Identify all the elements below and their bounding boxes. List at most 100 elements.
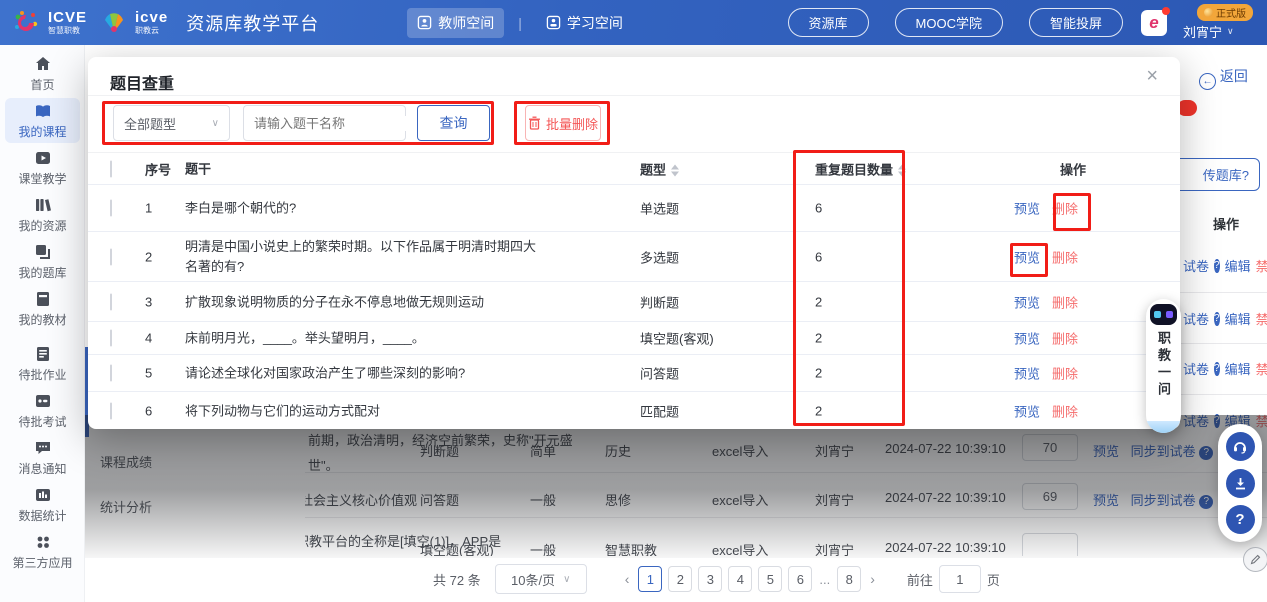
download-button[interactable] bbox=[1226, 469, 1255, 498]
row-checkbox[interactable] bbox=[110, 365, 112, 382]
preview-link[interactable]: 预览 bbox=[1014, 250, 1040, 265]
cell-index: 2 bbox=[145, 249, 152, 264]
prev-page-button[interactable]: ‹ bbox=[625, 571, 630, 587]
row-checkbox[interactable] bbox=[110, 402, 112, 419]
sidebar-item-my-courses[interactable]: 我的课程 bbox=[5, 98, 80, 143]
question-type-select[interactable]: 全部题型 ∨ bbox=[113, 105, 230, 141]
col-header-type[interactable]: 题型 bbox=[640, 159, 679, 178]
batch-delete-button[interactable]: 批量删除 bbox=[525, 105, 601, 141]
delete-link[interactable]: 删除 bbox=[1052, 404, 1078, 419]
sidebar-item-messages[interactable]: 消息通知 bbox=[5, 435, 80, 480]
delete-link[interactable]: 删除 bbox=[1052, 332, 1078, 347]
score-input[interactable]: 69 bbox=[1022, 483, 1078, 510]
score-input[interactable]: 70 bbox=[1022, 434, 1078, 461]
next-page-button[interactable]: › bbox=[870, 571, 875, 587]
page-button-2[interactable]: 2 bbox=[668, 566, 692, 592]
platform-title: 资源库教学平台 bbox=[186, 10, 319, 36]
preview-link[interactable]: 预览 bbox=[1014, 367, 1040, 382]
header-quick-links: 资源库 MOOC学院 智能投屏 bbox=[788, 8, 1123, 37]
help-button[interactable]: ? bbox=[1226, 505, 1255, 534]
sidebar-item-data-statistics[interactable]: 数据统计 bbox=[5, 482, 80, 527]
delete-link[interactable]: 删除 bbox=[1052, 202, 1078, 217]
smart-cast-button[interactable]: 智能投屏 bbox=[1029, 8, 1123, 37]
library-books-icon bbox=[34, 196, 52, 214]
bg-cell-creator: 刘宵宁 bbox=[815, 490, 854, 509]
open-book-icon bbox=[34, 102, 52, 120]
goto-page-input[interactable] bbox=[939, 565, 981, 593]
submenu-item-statistics[interactable]: 统计分析 bbox=[100, 497, 152, 516]
bg-row-links: 预览 同步到试卷 ? bbox=[1093, 441, 1213, 460]
select-all-checkbox[interactable] bbox=[110, 160, 112, 177]
page-button-1[interactable]: 1 bbox=[638, 566, 662, 592]
help-question-icon[interactable]: ? bbox=[1214, 312, 1220, 326]
row-checkbox[interactable] bbox=[110, 248, 112, 265]
resource-library-button[interactable]: 资源库 bbox=[788, 8, 869, 37]
cell-type: 填空题(客观) bbox=[640, 329, 714, 348]
ai-assistant-widget[interactable]: 职教一问 bbox=[1146, 299, 1181, 433]
delete-link[interactable]: 删除 bbox=[1052, 250, 1078, 265]
help-question-icon[interactable]: ? bbox=[1199, 495, 1213, 509]
cell-stem: 李白是哪个朝代的? bbox=[185, 197, 537, 218]
bg-row-actions: 试卷?编辑禁 bbox=[1183, 309, 1267, 328]
page-button-6[interactable]: 6 bbox=[788, 566, 812, 592]
app-grid-icon[interactable]: e bbox=[1141, 10, 1167, 36]
delete-link[interactable]: 删除 bbox=[1052, 367, 1078, 382]
page-button-8[interactable]: 8 bbox=[837, 566, 861, 592]
homework-list-icon bbox=[34, 345, 52, 363]
preview-link[interactable]: 预览 bbox=[1014, 404, 1040, 419]
bg-question-stem: 社会主义核心价值观 bbox=[300, 490, 417, 509]
customer-service-button[interactable] bbox=[1226, 432, 1255, 461]
sidebar-item-my-resources[interactable]: 我的资源 bbox=[5, 192, 80, 237]
back-button[interactable]: ← 返回 bbox=[1199, 66, 1248, 90]
page-button-3[interactable]: 3 bbox=[698, 566, 722, 592]
feedback-button[interactable] bbox=[1243, 547, 1267, 572]
row-checkbox[interactable] bbox=[110, 200, 112, 217]
sidebar-item-third-party-apps[interactable]: 第三方应用 bbox=[5, 529, 80, 574]
preview-link[interactable]: 预览 bbox=[1014, 332, 1040, 347]
sidebar-item-my-textbooks[interactable]: 我的教材 bbox=[5, 286, 80, 331]
preview-link[interactable]: 预览 bbox=[1014, 295, 1040, 310]
notification-dot bbox=[1162, 7, 1170, 15]
close-icon[interactable]: × bbox=[1146, 65, 1158, 88]
submenu-item-grades[interactable]: 课程成绩 bbox=[100, 452, 152, 471]
grid-dots-icon bbox=[34, 533, 52, 551]
preview-link[interactable]: 预览 bbox=[1014, 202, 1040, 217]
row-checkbox[interactable] bbox=[110, 293, 112, 310]
play-video-icon bbox=[34, 149, 52, 167]
cell-type: 匹配题 bbox=[640, 401, 679, 420]
col-header-stem: 题干 bbox=[185, 158, 537, 179]
cell-index: 1 bbox=[145, 201, 152, 216]
delete-link[interactable]: 删除 bbox=[1052, 295, 1078, 310]
sidebar-item-home[interactable]: 首页 bbox=[5, 51, 80, 96]
learning-space-icon bbox=[546, 15, 561, 30]
col-header-duplicate-count[interactable]: 重复题目数量 bbox=[815, 159, 906, 178]
stem-search-input[interactable] bbox=[254, 116, 430, 131]
sidebar-item-my-question-bank[interactable]: 我的题库 bbox=[5, 239, 80, 284]
sidebar-item-pending-homework[interactable]: 待批作业 bbox=[5, 341, 80, 386]
nav-teacher-space[interactable]: 教师空间 bbox=[407, 8, 504, 38]
sort-carets-icon[interactable] bbox=[671, 165, 679, 177]
user-menu[interactable]: 正式版 刘宵宁 ∨ bbox=[1183, 4, 1253, 41]
help-question-icon[interactable]: ? bbox=[1214, 414, 1220, 428]
bg-row-actions: 试卷?编辑禁 bbox=[1183, 256, 1267, 275]
page-button-4[interactable]: 4 bbox=[728, 566, 752, 592]
query-button[interactable]: 查询 bbox=[417, 105, 490, 141]
back-arrow-icon: ← bbox=[1199, 73, 1216, 90]
sidebar-item-classroom-teaching[interactable]: 课堂教学 bbox=[5, 145, 80, 190]
page-button-5[interactable]: 5 bbox=[758, 566, 782, 592]
nav-separator: | bbox=[518, 15, 522, 31]
help-question-icon[interactable]: ? bbox=[1214, 259, 1220, 273]
help-question-icon[interactable]: ? bbox=[1199, 446, 1213, 460]
mooc-college-button[interactable]: MOOC学院 bbox=[895, 8, 1003, 37]
help-question-icon[interactable]: ? bbox=[1214, 362, 1220, 376]
submenu-panel bbox=[85, 429, 305, 556]
cell-type: 问答题 bbox=[640, 364, 679, 383]
cell-duplicate-count: 6 bbox=[815, 201, 822, 216]
sort-carets-icon[interactable] bbox=[898, 165, 906, 177]
app-window: ← 返回 传题库? 操作 试卷?编辑禁 试卷?编辑禁 试卷?编辑禁 试卷?编辑禁… bbox=[0, 0, 1267, 602]
row-checkbox[interactable] bbox=[110, 330, 112, 347]
page-size-select[interactable]: 10条/页 ∨ bbox=[495, 564, 587, 594]
nav-learning-space[interactable]: 学习空间 bbox=[536, 8, 633, 38]
sidebar-item-pending-exams[interactable]: 待批考试 bbox=[5, 388, 80, 433]
cell-type: 多选题 bbox=[640, 247, 679, 266]
